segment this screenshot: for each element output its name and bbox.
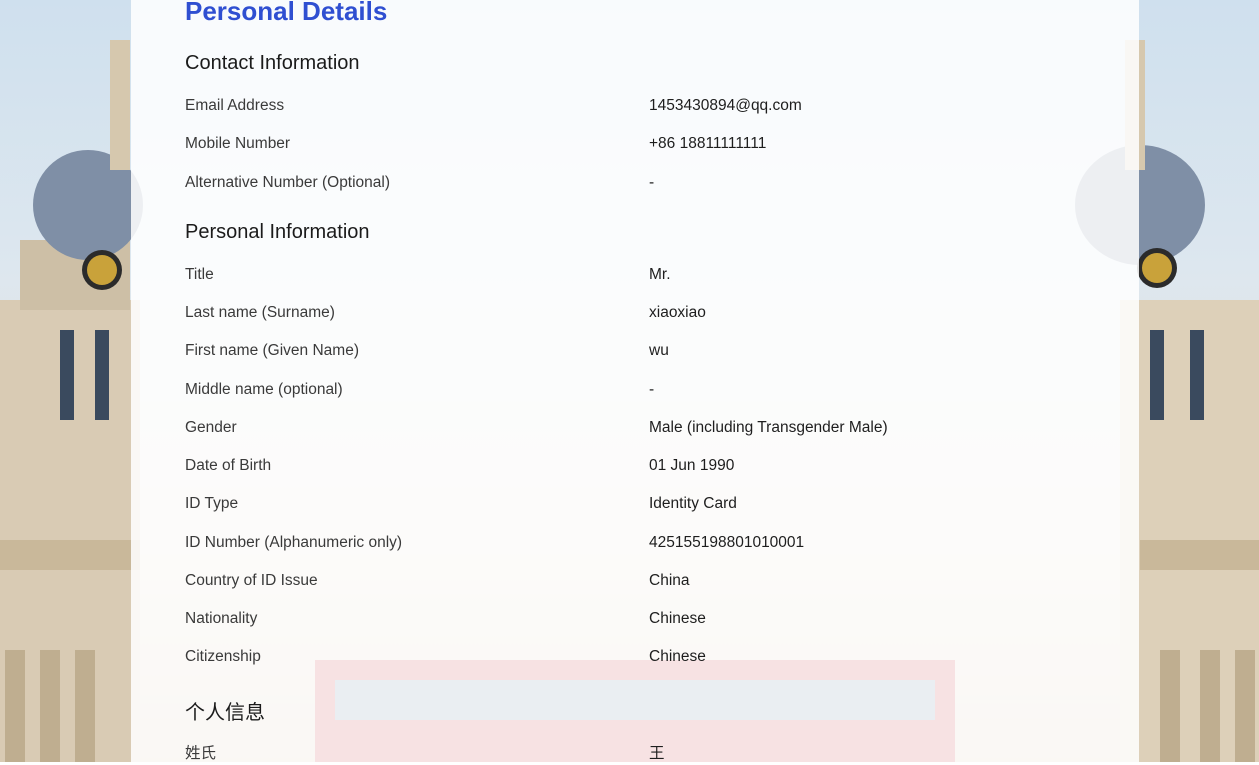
gender-row: Gender Male (including Transgender Male)	[185, 419, 1085, 443]
title-row: Title Mr.	[185, 266, 1085, 290]
mobile-row: Mobile Number +86 18811111111	[185, 135, 1085, 159]
last-name-row: Last name (Surname) xiaoxiao	[185, 304, 1085, 328]
id-number-row: ID Number (Alphanumeric only) 4251551988…	[185, 534, 1085, 558]
last-name-label: Last name (Surname)	[185, 304, 335, 321]
gender-value: Male (including Transgender Male)	[649, 419, 888, 436]
personal-details-panel: Personal Details Contact Information Ema…	[131, 0, 1139, 762]
personal-information-heading: Personal Information	[185, 221, 370, 243]
chinese-personal-information-heading: 个人信息	[185, 702, 265, 724]
id-type-row: ID Type Identity Card	[185, 495, 1085, 519]
citizenship-value: Chinese	[649, 648, 706, 665]
first-name-value: wu	[649, 342, 669, 359]
mobile-label: Mobile Number	[185, 135, 291, 152]
email-value: 1453430894@qq.com	[649, 97, 802, 114]
chinese-surname-row: 姓氏 王	[185, 741, 1085, 765]
id-type-label: ID Type	[185, 495, 239, 512]
country-of-id-issue-label: Country of ID Issue	[185, 572, 318, 589]
first-name-row: First name (Given Name) wu	[185, 342, 1085, 366]
last-name-value: xiaoxiao	[649, 304, 706, 321]
citizenship-label: Citizenship	[185, 648, 261, 665]
title-value: Mr.	[649, 266, 671, 283]
country-of-id-issue-value: China	[649, 572, 690, 589]
nationality-value: Chinese	[649, 610, 706, 627]
gender-label: Gender	[185, 419, 237, 436]
alternative-number-value: -	[649, 174, 655, 191]
page-title: Personal Details	[185, 0, 388, 26]
date-of-birth-value: 01 Jun 1990	[649, 457, 735, 474]
id-type-value: Identity Card	[649, 495, 737, 512]
nationality-label: Nationality	[185, 610, 258, 627]
date-of-birth-label: Date of Birth	[185, 457, 272, 474]
id-number-label: ID Number (Alphanumeric only)	[185, 534, 403, 551]
alternative-number-row: Alternative Number (Optional) -	[185, 174, 1085, 198]
chinese-surname-value: 王	[649, 745, 665, 762]
id-number-value: 425155198801010001	[649, 534, 805, 551]
alternative-number-label: Alternative Number (Optional)	[185, 174, 391, 191]
date-of-birth-row: Date of Birth 01 Jun 1990	[185, 457, 1085, 481]
email-label: Email Address	[185, 97, 285, 114]
first-name-label: First name (Given Name)	[185, 342, 359, 359]
middle-name-value: -	[649, 381, 655, 398]
chinese-surname-label: 姓氏	[185, 745, 217, 762]
middle-name-label: Middle name (optional)	[185, 381, 343, 398]
email-row: Email Address 1453430894@qq.com	[185, 97, 1085, 121]
citizenship-row: Citizenship Chinese	[185, 648, 1085, 672]
mobile-value: +86 18811111111	[649, 135, 767, 152]
nationality-row: Nationality Chinese	[185, 610, 1085, 634]
middle-name-row: Middle name (optional) -	[185, 381, 1085, 405]
title-label: Title	[185, 266, 214, 283]
contact-information-heading: Contact Information	[185, 52, 360, 74]
country-of-id-issue-row: Country of ID Issue China	[185, 572, 1085, 596]
